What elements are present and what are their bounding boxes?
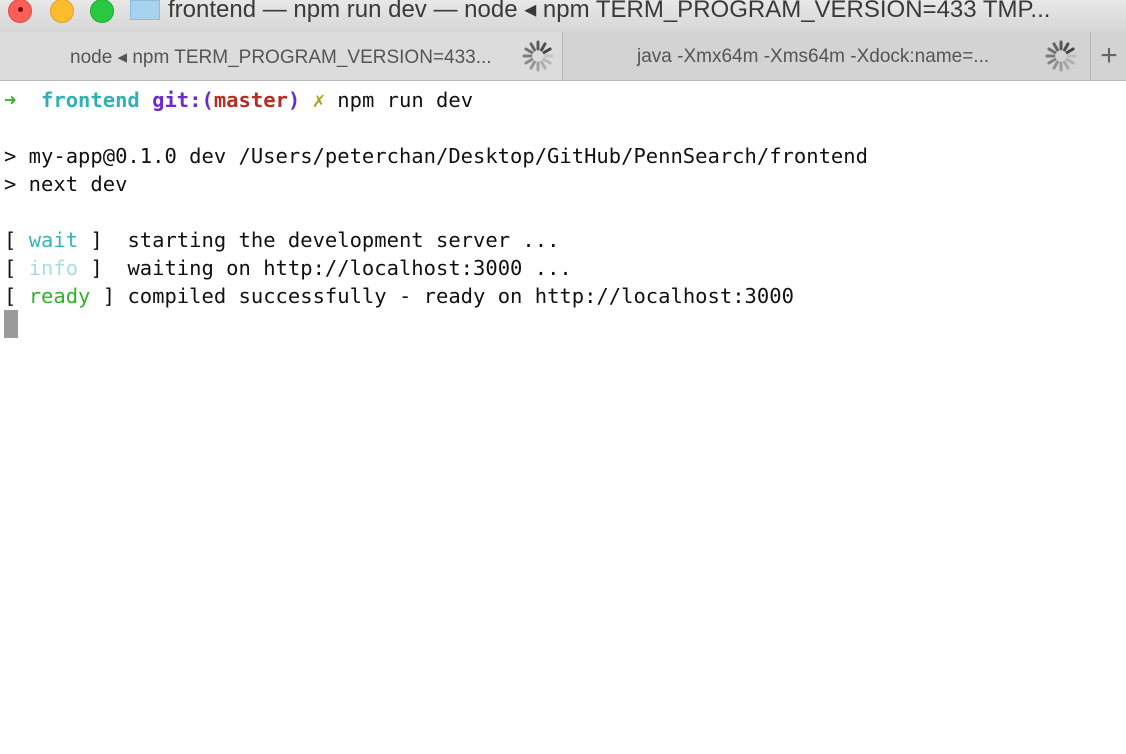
log-message: starting the development server ... xyxy=(127,228,560,252)
spinner-spoke xyxy=(540,60,547,70)
log-bracket-open: [ xyxy=(4,284,29,308)
git-prefix: git:( xyxy=(152,88,214,112)
new-tab-button[interactable]: + xyxy=(1092,32,1126,80)
log-message: waiting on http://localhost:3000 ... xyxy=(127,256,572,280)
loading-spinner-icon xyxy=(1045,40,1077,72)
spinner-spoke xyxy=(542,58,552,65)
zoom-window-button[interactable] xyxy=(90,0,114,23)
spinner-spoke xyxy=(524,58,534,65)
log-message: compiled successfully - ready on http://… xyxy=(127,284,794,308)
spinner-spoke xyxy=(529,60,536,70)
spinner-spoke xyxy=(1047,47,1057,54)
spinner-spoke xyxy=(1063,42,1070,52)
spinner-spoke xyxy=(1047,58,1057,65)
git-suffix: ) xyxy=(287,88,301,112)
log-bracket-open: [ xyxy=(4,256,29,280)
log-line-info: [ info ] waiting on http://localhost:300… xyxy=(4,254,572,282)
log-bracket-close: ] xyxy=(78,256,128,280)
tab-java[interactable]: java -Xmx64m -Xms64m -Xdock:name=... xyxy=(563,32,1091,80)
dirty-marker-icon: ✗ xyxy=(312,88,325,112)
spinner-spoke xyxy=(1052,60,1059,70)
log-tag-ready: ready xyxy=(28,284,91,308)
git-branch: master xyxy=(213,88,288,112)
spinner-spoke xyxy=(1063,60,1070,70)
log-bracket-open: [ xyxy=(4,228,29,252)
spinner-spoke xyxy=(540,42,547,52)
spinner-spoke xyxy=(524,47,534,54)
spinner-spoke xyxy=(1052,42,1059,52)
log-bracket-close: ] xyxy=(90,284,128,308)
tab-label: java -Xmx64m -Xms64m -Xdock:name=... xyxy=(637,46,990,67)
window-title: frontend — npm run dev — node ◂ npm TERM… xyxy=(168,0,1051,23)
prompt-command: npm run dev xyxy=(337,88,474,112)
log-tag-wait: wait xyxy=(28,228,79,252)
prompt-arrow-icon: ➜ xyxy=(4,88,17,112)
terminal-cursor xyxy=(4,310,18,338)
loading-spinner-icon xyxy=(522,40,554,72)
output-line: > next dev xyxy=(4,172,128,196)
log-bracket-close: ] xyxy=(78,228,128,252)
tab-node[interactable]: node ◂ npm TERM_PROGRAM_VERSION=433... xyxy=(0,32,563,80)
log-tag-info: info xyxy=(28,256,79,280)
spinner-spoke xyxy=(542,47,552,54)
prompt-line: ➜ frontend git:(master) ✗ npm run dev xyxy=(4,86,473,114)
spinner-spoke xyxy=(1065,58,1075,65)
spinner-spoke xyxy=(529,42,536,52)
close-window-button[interactable] xyxy=(8,0,32,23)
title-bar: frontend — npm run dev — node ◂ npm TERM… xyxy=(0,0,1126,32)
spinner-spoke xyxy=(1065,47,1075,54)
log-line-ready: [ ready ] compiled successfully - ready … xyxy=(4,282,794,310)
prompt-directory: frontend xyxy=(41,88,140,112)
folder-icon xyxy=(130,0,160,20)
tab-label: node ◂ npm TERM_PROGRAM_VERSION=433... xyxy=(70,47,492,68)
log-line-wait: [ wait ] starting the development server… xyxy=(4,226,559,254)
output-line: > my-app@0.1.0 dev /Users/peterchan/Desk… xyxy=(4,144,868,168)
tab-bar: node ◂ npm TERM_PROGRAM_VERSION=433... j… xyxy=(0,32,1126,81)
minimize-window-button[interactable] xyxy=(50,0,74,23)
